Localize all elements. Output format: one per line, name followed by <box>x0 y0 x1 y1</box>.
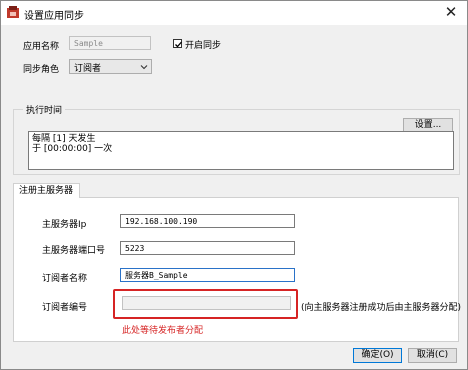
sync-role-select[interactable]: 订阅者 <box>69 59 152 74</box>
subscriber-id-label: 订阅者编号 <box>42 303 88 313</box>
checkmark-icon <box>175 41 182 48</box>
close-icon[interactable]: ✕ <box>441 3 461 21</box>
server-port-field[interactable]: 5223 <box>120 241 295 255</box>
tab-register-server[interactable]: 注册主服务器 <box>13 183 80 198</box>
server-ip-field[interactable]: 192.168.100.190 <box>120 214 295 228</box>
subscriber-id-hint: (向主服务器注册成功后由主服务器分配) <box>301 303 462 313</box>
enable-sync-checkbox[interactable] <box>173 39 182 48</box>
window-title: 设置应用同步 <box>24 11 84 22</box>
title-bar: 设置应用同步 ✕ <box>1 1 467 25</box>
exec-time-title: 执行时间 <box>23 103 66 116</box>
ok-button[interactable]: 确定(O) <box>353 348 402 363</box>
schedule-text: 每隔 [1] 天发生 于 [00:00:00] 一次 <box>28 131 454 170</box>
server-port-label: 主服务器端口号 <box>42 246 106 256</box>
annotation-text: 此处等待发布者分配 <box>122 326 204 336</box>
app-name-field: Sample <box>69 36 151 50</box>
sync-role-value: 订阅者 <box>74 64 102 74</box>
app-name-label: 应用名称 <box>23 42 60 52</box>
subscriber-name-label: 订阅者名称 <box>42 274 88 284</box>
server-ip-label: 主服务器Ip <box>42 220 87 230</box>
cancel-button[interactable]: 取消(C) <box>408 348 457 363</box>
subscriber-id-field <box>122 296 291 310</box>
sync-role-label: 同步角色 <box>23 65 60 75</box>
dialog-window: 设置应用同步 ✕ 应用名称 Sample 开启同步 同步角色 订阅者 执行时间 … <box>0 0 468 370</box>
chevron-down-icon <box>140 63 148 73</box>
schedule-settings-button[interactable]: 设置... <box>403 118 453 132</box>
app-icon <box>6 6 20 20</box>
subscriber-name-field[interactable]: 服务器B_Sample <box>120 268 295 282</box>
enable-sync-label: 开启同步 <box>185 41 222 51</box>
